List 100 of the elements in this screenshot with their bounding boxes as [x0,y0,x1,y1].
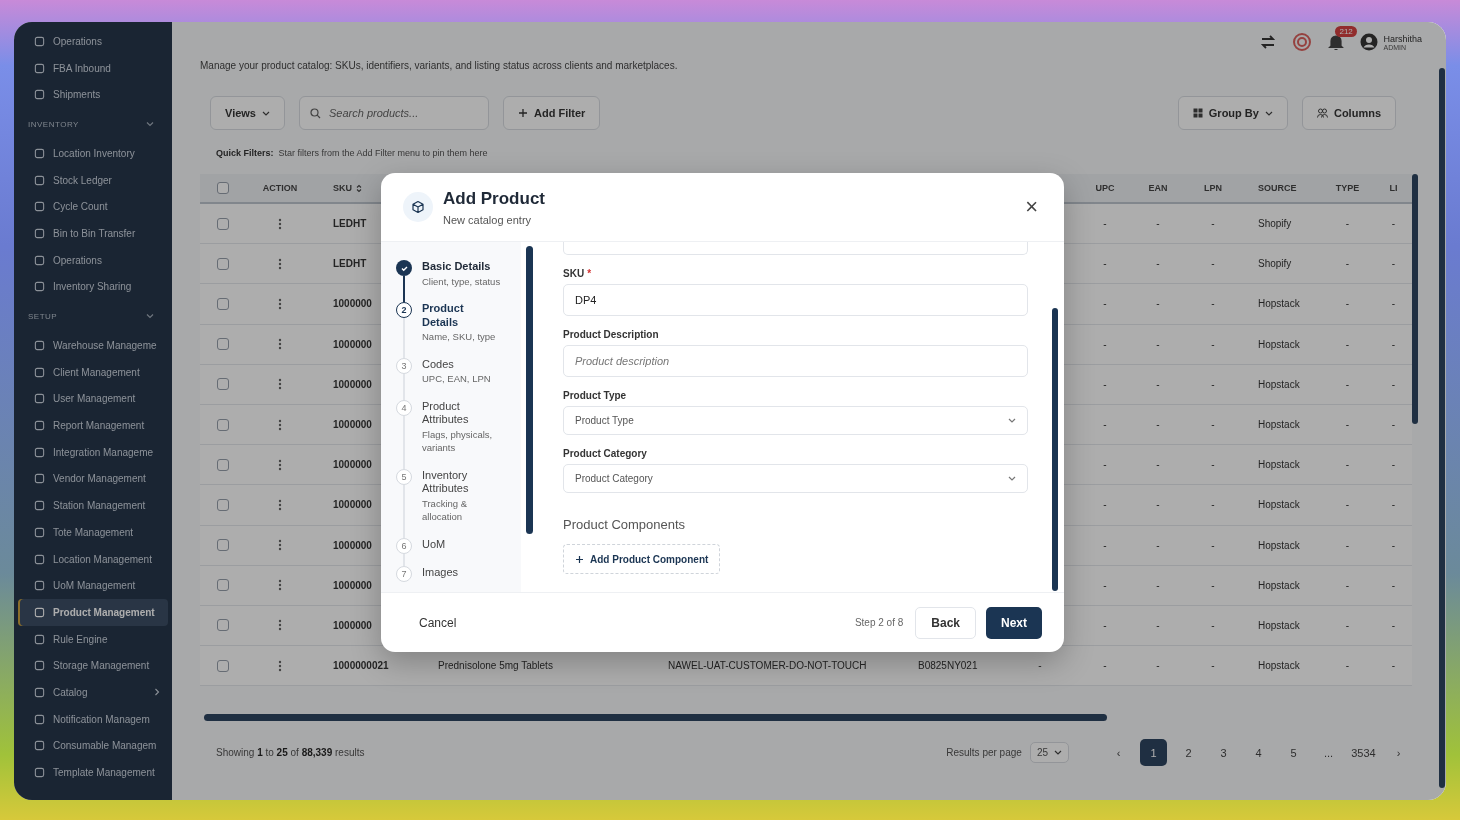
sidebar-item[interactable]: UoM Management [18,572,168,600]
columns-button[interactable]: Columns [1301,96,1396,130]
checkbox[interactable] [216,458,229,471]
more-icon[interactable] [278,538,282,553]
cancel-button[interactable]: Cancel [413,614,463,631]
back-button[interactable]: Back [915,606,976,639]
more-icon[interactable] [278,377,282,392]
page-button[interactable]: 3 [1210,739,1237,767]
chevron-icon[interactable] [154,688,160,697]
sidebar-item[interactable]: Client Management [18,358,168,386]
checkbox[interactable] [216,579,229,592]
sidebar-item[interactable]: Bin to Bin Transfer [18,220,168,247]
sidebar-item[interactable]: Operations [18,246,168,274]
checkbox[interactable] [216,217,229,230]
sidebar-item[interactable]: Catalog [18,679,168,706]
checkbox[interactable] [216,297,229,310]
sidebar-item[interactable]: Operations [18,28,168,55]
checkbox[interactable] [216,539,229,552]
page-button[interactable]: 5 [1280,739,1307,767]
checkbox[interactable] [216,378,229,391]
column-header[interactable]: UPC [1095,183,1115,193]
scrollbar[interactable] [1439,68,1445,788]
next-page-button[interactable]: › [1385,739,1412,767]
scrollbar[interactable] [1412,174,1418,424]
sidebar-item[interactable]: Report Management [18,412,168,439]
chevron-icon[interactable] [146,313,154,320]
checkbox[interactable] [216,418,229,431]
sidebar-item[interactable]: Vendor Management [18,465,168,493]
column-header[interactable]: SOURCE [1258,183,1297,193]
sidebar-item[interactable]: Product Management [18,599,168,626]
page-button[interactable]: 2 [1175,739,1202,767]
next-button[interactable]: Next [986,606,1042,639]
sidebar-item[interactable]: Cycle Count [18,193,168,221]
step-title[interactable]: Product Attributes [422,399,502,427]
more-icon[interactable] [278,658,282,673]
search-field[interactable]: Search products... [299,96,489,130]
group-by-dropdown[interactable]: Group By [1177,96,1288,130]
add-filter-button[interactable]: Add Filter [503,96,601,130]
column-header[interactable]: LPN [1204,183,1222,193]
per-page-dropdown[interactable]: 25 [1029,742,1069,764]
column-header[interactable]: ACTION [262,183,298,193]
column-header[interactable]: EAN [1148,183,1168,193]
sidebar-item[interactable]: Template Management [18,759,168,786]
more-icon[interactable] [278,296,282,311]
sidebar-item[interactable]: Storage Management [18,652,168,680]
step-title[interactable]: Images [422,565,502,579]
step-title[interactable]: Basic Details [422,260,502,274]
checkbox[interactable] [216,659,229,672]
sidebar-item[interactable]: Tote Management [18,519,168,546]
scrollbar[interactable] [526,246,533,534]
input-field[interactable]: Product description [563,345,1028,377]
sidebar-item[interactable]: Consumable Managem [18,732,168,760]
input-field[interactable]: DP4 [563,284,1028,316]
target-icon[interactable] [1292,32,1313,52]
checkbox[interactable] [216,619,229,632]
page-button[interactable]: 3534 [1350,739,1377,767]
scrollbar[interactable] [204,714,1107,722]
add-component-button[interactable]: Add Product Component [563,544,721,574]
more-icon[interactable] [278,216,282,231]
sidebar-item[interactable]: Location Inventory [18,140,168,167]
select-field[interactable]: Product Type [563,406,1028,435]
step-title[interactable]: Codes [422,357,502,371]
sidebar-item[interactable]: Rule Engine [18,625,168,653]
chevron-icon[interactable] [146,121,154,128]
column-header[interactable]: SKU [333,183,352,193]
sidebar-item[interactable]: FBA Inbound [18,54,168,82]
page-button[interactable]: ... [1315,739,1342,767]
sidebar-item[interactable]: Notification Managem [18,705,168,733]
more-icon[interactable] [278,417,282,432]
input-field[interactable] [563,242,1028,255]
more-icon[interactable] [278,256,282,271]
step-title[interactable]: Inventory Attributes [422,468,502,496]
page-button[interactable]: 4 [1245,739,1272,767]
column-header[interactable]: LI [1389,183,1398,193]
checkbox[interactable] [216,338,229,351]
checkbox[interactable] [216,498,229,511]
step-title[interactable]: UoM [422,537,502,551]
sidebar-item[interactable]: Inventory Sharing [18,273,168,301]
checkbox[interactable] [216,182,229,194]
sidebar-item[interactable]: Integration Manageme [18,438,168,466]
sidebar-item[interactable]: Warehouse Manageme [18,332,168,359]
sidebar-item[interactable]: Shipments [18,81,168,109]
checkbox[interactable] [216,257,229,270]
scrollbar[interactable] [1052,308,1058,591]
sidebar-item[interactable]: Station Management [18,492,168,519]
more-icon[interactable] [278,337,282,352]
more-icon[interactable] [278,497,282,512]
sidebar-item[interactable]: User Management [18,385,168,413]
previous-page-button[interactable]: ‹ [1105,739,1132,767]
views-dropdown[interactable]: Views [210,96,285,130]
more-icon[interactable] [278,618,282,633]
sort-icon[interactable] [356,183,362,193]
user-avatar-icon[interactable] [1360,33,1379,51]
select-field[interactable]: Product Category [563,464,1028,493]
sidebar-item[interactable]: Stock Ledger [18,166,168,194]
step-title[interactable]: Product Details [422,302,502,329]
more-icon[interactable] [278,457,282,472]
more-icon[interactable] [278,578,282,593]
page-button[interactable]: 1 [1140,739,1167,767]
sidebar-item[interactable]: Location Management [18,545,168,573]
